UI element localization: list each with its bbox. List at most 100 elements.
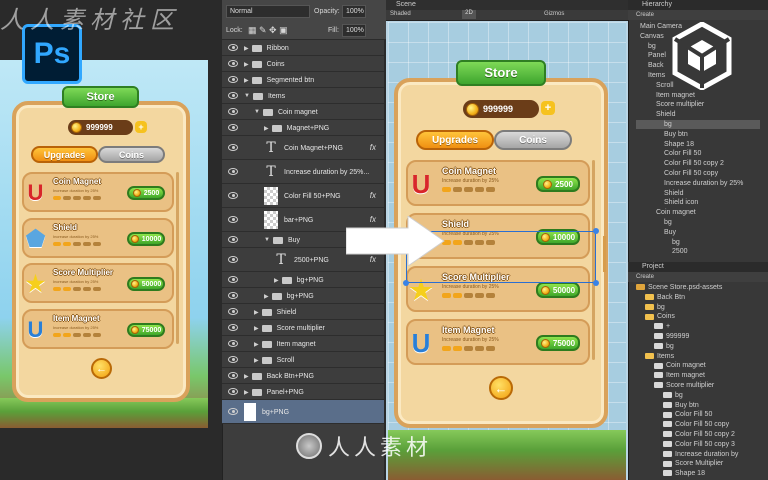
project-item[interactable]: Items [645,353,674,360]
toggle-2d[interactable]: 2D [462,10,476,19]
project-item[interactable]: Color Fill 50 copy 3 [663,441,735,448]
visibility-eye-icon[interactable] [228,292,238,299]
hierarchy-item[interactable]: Shape 18 [664,141,694,148]
collapse-arrow-icon[interactable]: ▶ [244,373,249,380]
layer-row[interactable]: ▶ Segmented btn [222,72,386,88]
visibility-eye-icon[interactable] [228,92,238,99]
visibility-eye-icon[interactable] [228,340,238,347]
hierarchy-create-dropdown[interactable]: Create [628,10,768,20]
hierarchy-item[interactable]: Items [648,72,665,79]
visibility-eye-icon[interactable] [228,192,238,199]
project-item[interactable]: Color Fill 50 copy 2 [663,431,735,438]
tab-hierarchy[interactable]: Hierarchy [628,0,768,10]
project-item[interactable]: Color Fill 50 copy [663,421,729,428]
expand-arrow-icon[interactable]: ▼ [244,93,250,99]
buy-button[interactable]: 10000 [127,232,165,246]
project-item[interactable]: Scene Store.psd-assets [636,284,722,291]
layer-row[interactable]: ▼ Coin magnet [222,104,386,120]
collapse-arrow-icon[interactable]: ▶ [264,125,269,132]
project-item[interactable]: Item magnet [654,372,705,379]
project-item[interactable]: Color Fill 50 [663,411,712,418]
collapse-arrow-icon[interactable]: ▶ [254,341,259,348]
visibility-eye-icon[interactable] [228,108,238,115]
hierarchy-item[interactable]: Back [648,62,664,69]
layer-row[interactable]: ▶ Panel+PNG [222,384,386,400]
buy-button[interactable]: 50000 [127,277,165,291]
hierarchy-item[interactable]: bg [664,121,672,128]
tab-upgrades[interactable]: Upgrades [416,130,494,150]
hierarchy-item[interactable]: Color Fill 50 copy [664,170,718,177]
fill-input[interactable]: 100% [342,24,366,37]
layer-row[interactable]: ▶ bg+PNG [222,272,386,288]
hierarchy-item[interactable]: bg [672,239,680,246]
buy-button[interactable]: 2500 [127,186,165,200]
project-item[interactable]: Shape 18 [663,470,705,477]
layer-row[interactable]: ▼ Items [222,88,386,104]
shaded-dropdown[interactable]: Shaded [390,11,411,17]
collapse-arrow-icon[interactable]: ▶ [244,389,249,396]
hierarchy-item[interactable]: Color Fill 50 copy 2 [664,160,724,167]
hierarchy-item[interactable]: Increase duration by 25% [664,180,743,187]
hierarchy-item[interactable]: Panel [648,52,666,59]
opacity-input[interactable]: 100% [342,5,366,18]
visibility-eye-icon[interactable] [228,168,238,175]
layer-row[interactable]: Color Fill 50+PNG fx [222,184,386,208]
hierarchy-item[interactable]: 2500 [672,248,688,255]
layer-row[interactable]: T Increase duration by 25%... [222,160,386,184]
scroll-bar-handle[interactable] [603,236,606,272]
visibility-eye-icon[interactable] [228,408,238,415]
collapse-arrow-icon[interactable]: ▶ [244,45,249,52]
selection-handle[interactable] [593,280,599,286]
hierarchy-item[interactable]: Buy btn [664,131,688,138]
back-button[interactable]: ← [91,358,112,379]
buy-button[interactable]: 50000 [536,282,580,298]
expand-arrow-icon[interactable]: ▼ [264,237,270,243]
project-item[interactable]: Buy btn [663,402,699,409]
visibility-eye-icon[interactable] [228,388,238,395]
project-item[interactable]: Score multiplier [654,382,714,389]
project-item[interactable]: Coins [645,313,675,320]
hierarchy-item[interactable]: Score multiplier [656,101,704,108]
visibility-eye-icon[interactable] [228,372,238,379]
collapse-arrow-icon[interactable]: ▶ [254,357,259,364]
layer-row[interactable]: ▶ Shield [222,304,386,320]
collapse-arrow-icon[interactable]: ▶ [244,77,249,84]
collapse-arrow-icon[interactable]: ▶ [264,293,269,300]
visibility-eye-icon[interactable] [228,276,238,283]
visibility-eye-icon[interactable] [228,236,238,243]
fx-icon[interactable]: fx [370,143,376,152]
layer-row[interactable]: ▶ Back Btn+PNG [222,368,386,384]
layer-row[interactable]: ▶ bg+PNG [222,288,386,304]
layer-row[interactable]: ▶ Coins [222,56,386,72]
blend-mode-select[interactable]: Normal [226,5,310,18]
project-item[interactable]: bg [645,304,665,311]
gizmos-dropdown[interactable]: Gizmos [544,11,564,17]
hierarchy-item[interactable]: Color Fill 50 [664,150,701,157]
project-item[interactable]: Score Multiplier [663,460,723,467]
collapse-arrow-icon[interactable]: ▶ [254,325,259,332]
tab-project[interactable]: Project [628,262,768,272]
project-create-dropdown[interactable]: Create [628,272,768,282]
collapse-arrow-icon[interactable]: ▶ [274,277,279,284]
layer-row[interactable]: T Coin Magnet+PNG fx [222,136,386,160]
layer-row[interactable]: ▶ Ribbon [222,40,386,56]
project-item[interactable]: bg [663,392,683,399]
buy-button[interactable]: 75000 [127,323,165,337]
visibility-eye-icon[interactable] [228,76,238,83]
layer-row[interactable]: bg+PNG [222,400,386,424]
project-item[interactable]: + [654,323,670,330]
visibility-eye-icon[interactable] [228,256,238,263]
collapse-arrow-icon[interactable]: ▶ [254,309,259,316]
expand-arrow-icon[interactable]: ▼ [254,109,260,115]
layer-row[interactable]: ▶ Scroll [222,352,386,368]
hierarchy-item[interactable]: Shield icon [664,199,698,206]
tab-scene[interactable]: Scene [386,0,628,10]
visibility-eye-icon[interactable] [228,144,238,151]
lock-icons[interactable]: ▦ ✎ ✥ ▣ [248,25,288,36]
selection-handle[interactable] [593,228,599,234]
visibility-eye-icon[interactable] [228,356,238,363]
hierarchy-item[interactable]: Scroll [656,82,674,89]
visibility-eye-icon[interactable] [228,324,238,331]
layer-row[interactable]: ▶ Item magnet [222,336,386,352]
tab-upgrades[interactable]: Upgrades [31,146,98,163]
